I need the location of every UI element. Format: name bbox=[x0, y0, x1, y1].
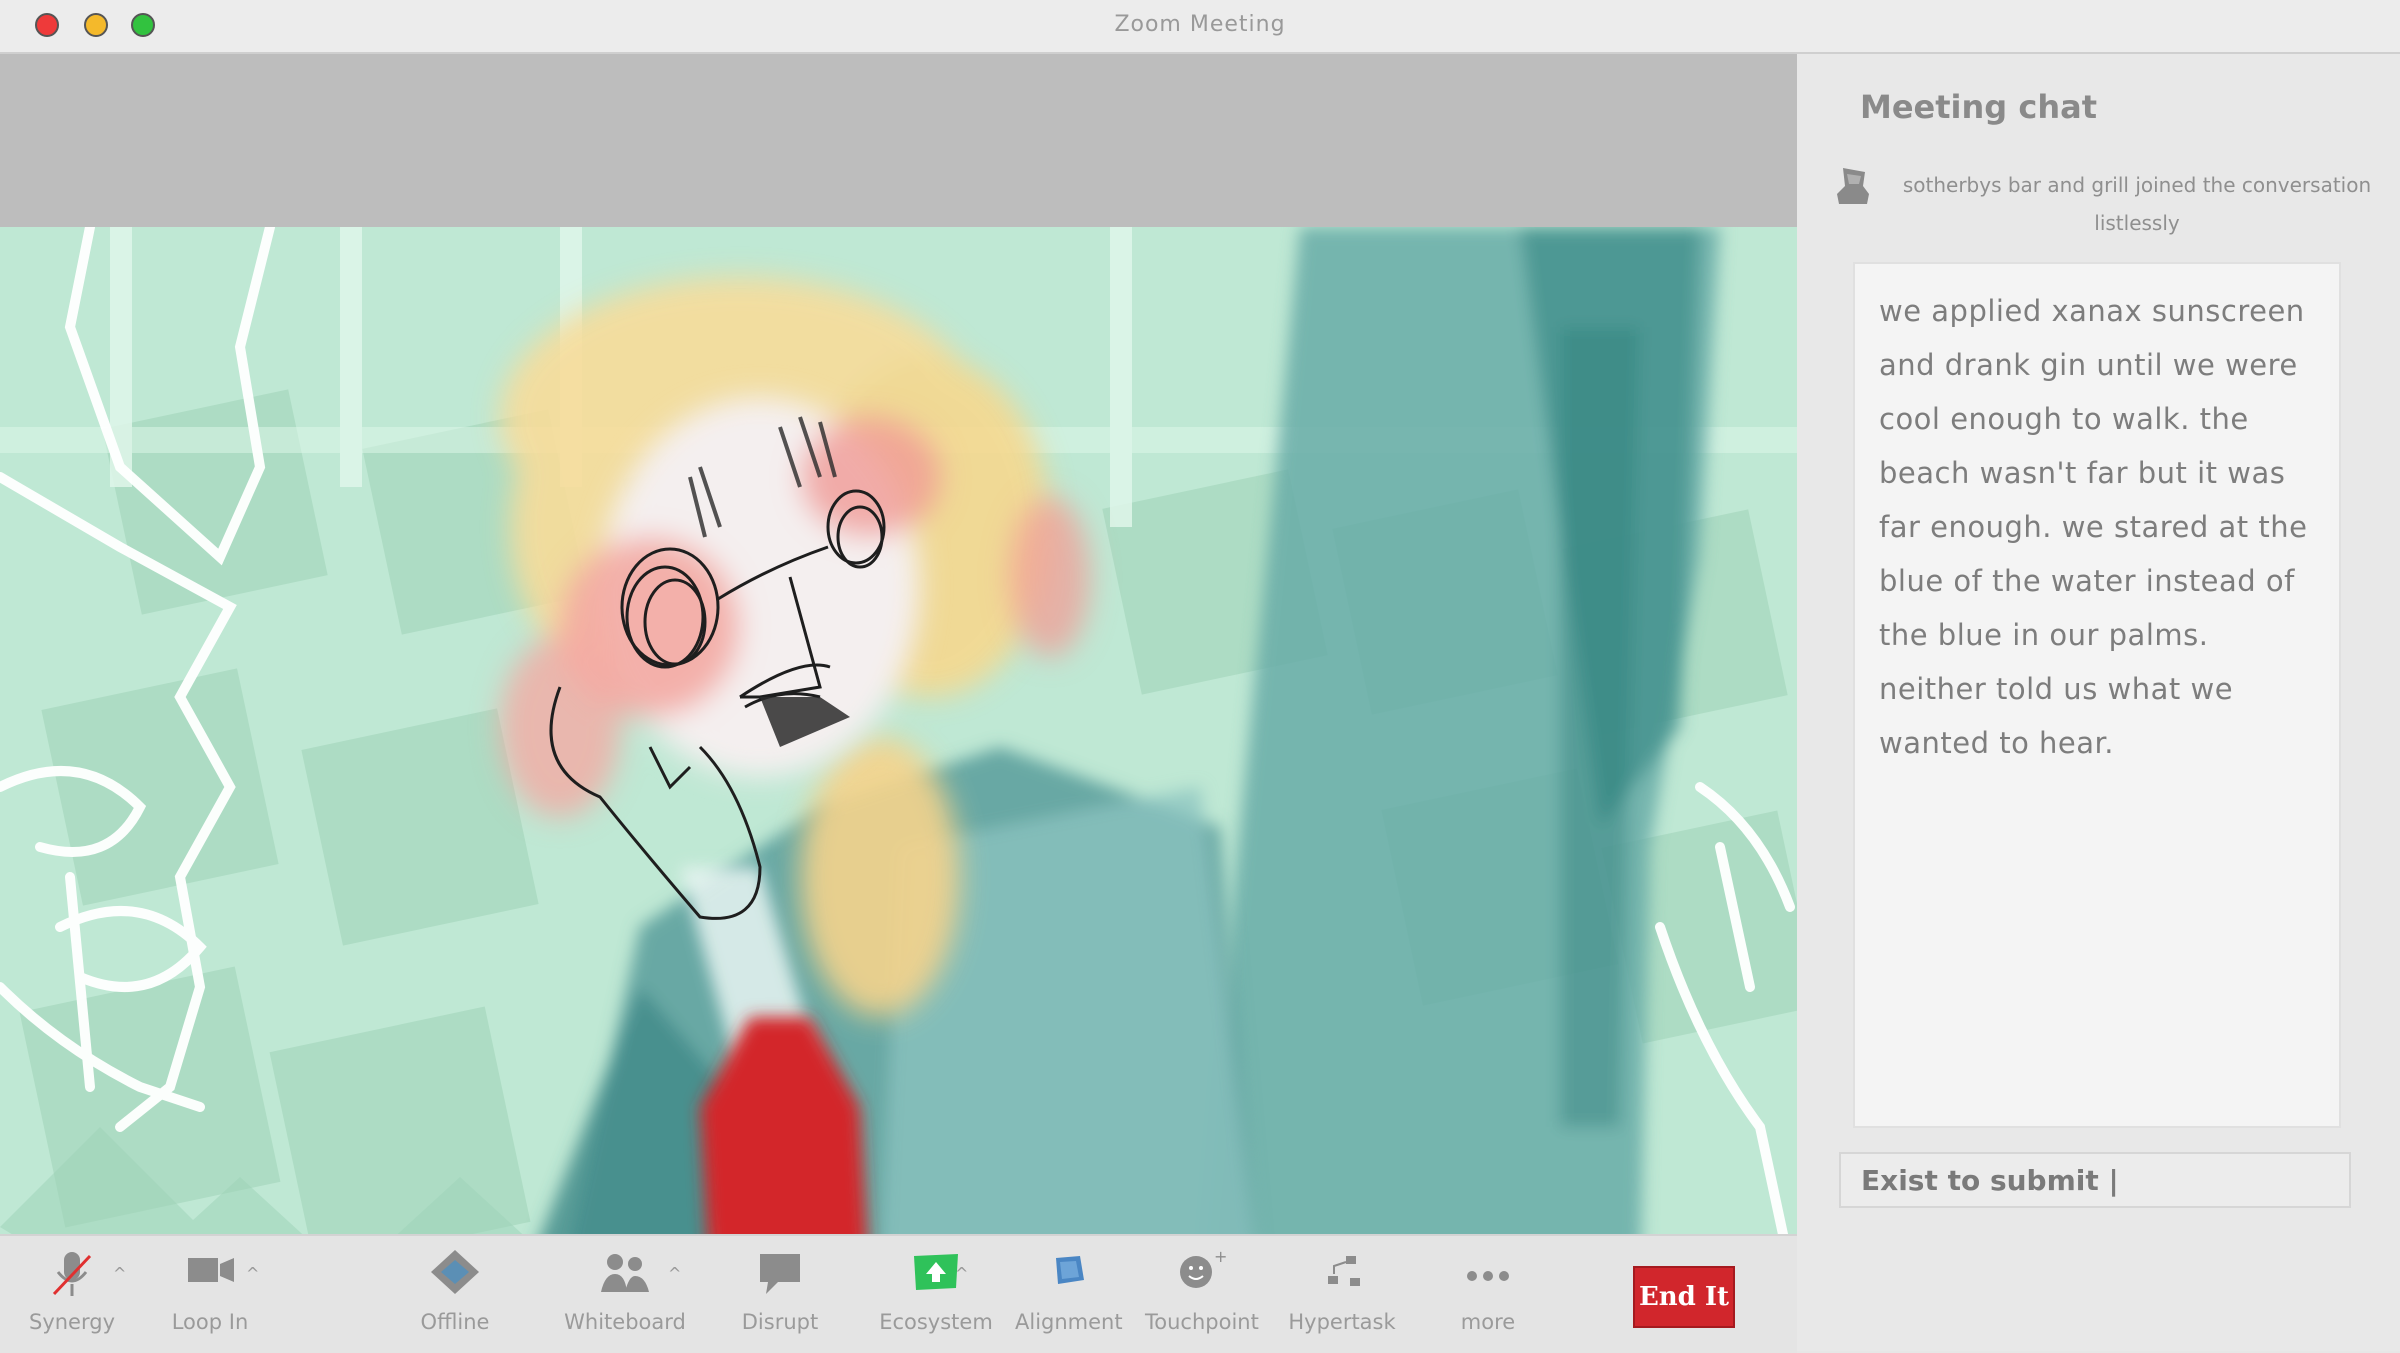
video-area bbox=[0, 54, 1797, 1234]
more-label: more bbox=[1460, 1310, 1516, 1334]
hypertask-label: Hypertask bbox=[1288, 1310, 1396, 1334]
breakout-icon bbox=[1328, 1256, 1360, 1286]
ecosystem-label: Ecosystem bbox=[879, 1310, 993, 1334]
title-bar: Zoom Meeting bbox=[0, 0, 2400, 54]
window-title: Zoom Meeting bbox=[1114, 12, 1286, 37]
touchpoint-label: Touchpoint bbox=[1145, 1310, 1259, 1334]
offline-label: Offline bbox=[420, 1310, 490, 1334]
reactions-icon: + bbox=[1180, 1248, 1227, 1288]
chat-title: Meeting chat bbox=[1860, 88, 2097, 126]
alignment-label: Alignment bbox=[1015, 1310, 1123, 1334]
whiteboard-button[interactable]: Whiteboard bbox=[560, 1236, 690, 1353]
meeting-toolbar: Synergy ^ Loop In ^ Offline Whiteboard ^… bbox=[0, 1234, 1797, 1353]
alignment-button[interactable]: Alignment bbox=[1015, 1236, 1123, 1353]
participants-icon bbox=[601, 1254, 649, 1292]
chat-input[interactable]: Exist to submit | bbox=[1839, 1152, 2351, 1208]
participant-video-painting bbox=[0, 227, 1797, 1234]
video-camera-icon bbox=[188, 1258, 234, 1282]
ecosystem-button[interactable]: Ecosystem bbox=[878, 1236, 994, 1353]
chat-panel: Meeting chat sotherbys bar and grill joi… bbox=[1797, 54, 2400, 1351]
more-dots-icon bbox=[1467, 1271, 1509, 1281]
whiteboard-label: Whiteboard bbox=[564, 1310, 686, 1334]
synergy-caret-icon[interactable]: ^ bbox=[113, 1264, 126, 1283]
touchpoint-button[interactable]: + Touchpoint bbox=[1145, 1236, 1259, 1353]
chat-bubble-icon bbox=[760, 1254, 800, 1294]
disrupt-label: Disrupt bbox=[741, 1310, 819, 1334]
join-notice: sotherbys bar and grill joined the conve… bbox=[1902, 173, 2372, 235]
hypertask-button[interactable]: Hypertask bbox=[1282, 1236, 1402, 1353]
chat-message: we applied xanax sunscreen and drank gin… bbox=[1853, 262, 2341, 1128]
synergy-button[interactable]: Synergy bbox=[22, 1236, 122, 1353]
more-button[interactable]: more bbox=[1438, 1236, 1538, 1353]
chat-message-text: we applied xanax sunscreen and drank gin… bbox=[1879, 294, 2308, 760]
whiteboard-caret-icon[interactable]: ^ bbox=[668, 1264, 681, 1283]
synergy-label: Synergy bbox=[28, 1310, 115, 1334]
ecosystem-caret-icon[interactable]: ^ bbox=[955, 1264, 968, 1283]
muted-mic-icon bbox=[52, 1252, 92, 1296]
disrupt-button[interactable]: Disrupt bbox=[730, 1236, 830, 1353]
record-icon bbox=[1056, 1256, 1084, 1284]
loop-in-label: Loop In bbox=[171, 1310, 249, 1334]
shield-diamond-icon bbox=[431, 1250, 479, 1294]
participant-avatar-icon bbox=[1837, 168, 1869, 204]
loop-in-button[interactable]: Loop In bbox=[160, 1236, 260, 1353]
svg-text:+: + bbox=[1214, 1248, 1227, 1266]
loop-in-caret-icon[interactable]: ^ bbox=[246, 1264, 259, 1283]
offline-button[interactable]: Offline bbox=[405, 1236, 505, 1353]
end-meeting-button[interactable]: End It bbox=[1633, 1266, 1735, 1328]
